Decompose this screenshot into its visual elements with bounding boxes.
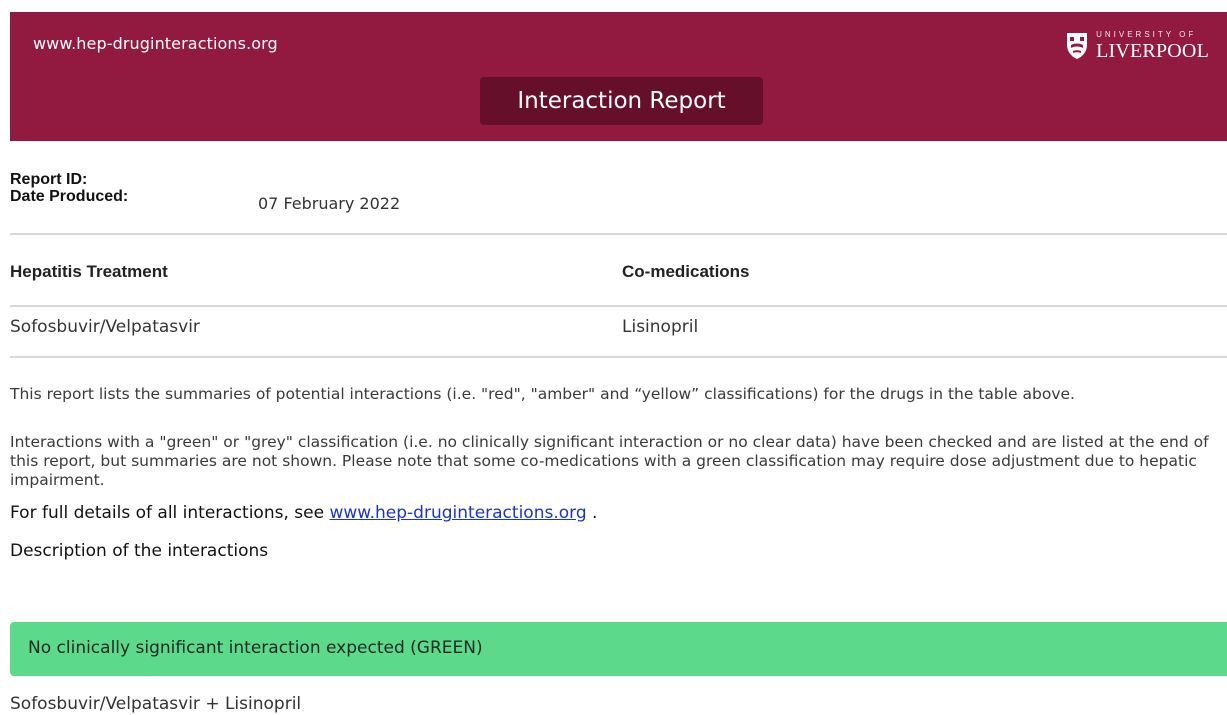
classification-banner-green: No clinically significant interaction ex… — [10, 622, 1227, 676]
logo-main-text: LIVERPOOL — [1096, 40, 1209, 62]
divider — [10, 233, 1227, 235]
date-produced-label: Date Produced: — [10, 188, 129, 205]
full-details-prefix: For full details of all interactions, se… — [10, 503, 330, 523]
intro-paragraph: This report lists the summaries of poten… — [10, 385, 1075, 403]
date-produced-value: 07 February 2022 — [258, 194, 401, 213]
page-title: Interaction Report — [480, 77, 763, 125]
description-heading: Description of the interactions — [10, 541, 269, 561]
shield-crest-icon — [1067, 33, 1088, 59]
classification-paragraph: Interactions with a "green" or "grey" cl… — [10, 433, 1209, 489]
co-medications-header: Co-medications — [622, 262, 750, 281]
hep-druginteractions-link[interactable]: www.hep-druginteractions.org — [329, 503, 586, 523]
divider — [10, 356, 1227, 358]
full-details-suffix: . — [586, 503, 598, 523]
divider — [10, 305, 1227, 307]
hepatitis-treatment-header: Hepatitis Treatment — [10, 262, 168, 281]
site-url: www.hep-druginteractions.org — [33, 34, 278, 53]
report-header: www.hep-druginteractions.org UNIVERSITY … — [10, 12, 1227, 141]
classification-label: No clinically significant interaction ex… — [28, 638, 483, 658]
university-logo: UNIVERSITY OF LIVERPOOL — [1066, 26, 1209, 66]
hepatitis-treatment-cell: Sofosbuvir/Velpatasvir — [10, 317, 200, 337]
report-id-label: Report ID: — [10, 171, 88, 188]
drug-combination: Sofosbuvir/Velpatasvir + Lisinopril — [10, 694, 302, 714]
report-meta: Report ID: Date Produced: 07 February 20… — [10, 171, 1227, 231]
logo-small-text: UNIVERSITY OF — [1096, 30, 1197, 39]
co-medication-cell: Lisinopril — [622, 317, 699, 337]
full-details-line: For full details of all interactions, se… — [10, 503, 597, 523]
